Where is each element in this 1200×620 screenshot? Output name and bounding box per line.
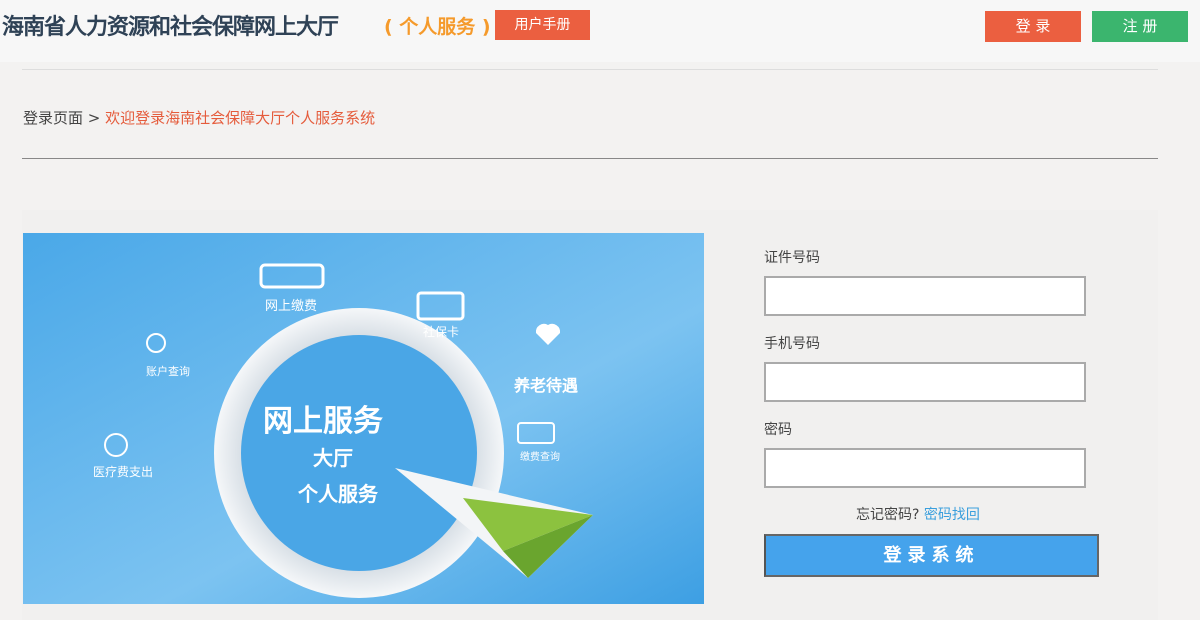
- svg-text:账户查询: 账户查询: [146, 364, 190, 378]
- forgot-password: 忘记密码? 密码找回: [856, 504, 980, 524]
- svg-text:医疗费支出: 医疗费支出: [93, 465, 153, 479]
- phone-label: 手机号码: [764, 336, 820, 352]
- breadcrumb: 登录页面 > 欢迎登录海南社会保障大厅个人服务系统: [23, 107, 375, 128]
- recover-password-link[interactable]: 密码找回: [924, 507, 980, 523]
- banner-line2: 大厅: [313, 446, 353, 470]
- svg-text:社保卡: 社保卡: [423, 324, 459, 339]
- svg-text:养老待遇: 养老待遇: [513, 376, 578, 395]
- password-input[interactable]: [764, 448, 1086, 488]
- submit-login-button[interactable]: 登录系统: [764, 534, 1099, 577]
- site-subtitle: ( 个人服务 ): [384, 16, 491, 38]
- banner-main: 网上服务: [263, 404, 383, 439]
- phone-input[interactable]: [764, 362, 1086, 402]
- breadcrumb-current: 欢迎登录海南社会保障大厅个人服务系统: [105, 109, 376, 127]
- breadcrumb-home[interactable]: 登录页面: [23, 109, 83, 127]
- divider: [22, 158, 1158, 159]
- banner-line3: 个人服务: [297, 482, 379, 506]
- svg-text:网上缴费: 网上缴费: [265, 299, 317, 314]
- svg-text:缴费查询: 缴费查询: [520, 450, 560, 463]
- header: 海南省人力资源和社会保障网上大厅 ( 个人服务 ) 用户手册 登 录 注 册: [0, 0, 1200, 62]
- id-number-label: 证件号码: [764, 250, 820, 266]
- breadcrumb-separator: >: [87, 109, 101, 127]
- password-label: 密码: [764, 422, 792, 438]
- user-manual-button[interactable]: 用户手册: [495, 10, 590, 40]
- site-title: 海南省人力资源和社会保障网上大厅: [2, 15, 339, 40]
- id-number-input[interactable]: [764, 276, 1086, 316]
- login-button[interactable]: 登 录: [985, 11, 1081, 42]
- divider: [22, 69, 1158, 70]
- register-button[interactable]: 注 册: [1092, 11, 1188, 42]
- forgot-text: 忘记密码?: [856, 507, 920, 523]
- service-banner: 网上服务 大厅 个人服务 网上缴费 社保卡 账户查询 养老待遇 医疗费支出 缴费…: [23, 233, 704, 604]
